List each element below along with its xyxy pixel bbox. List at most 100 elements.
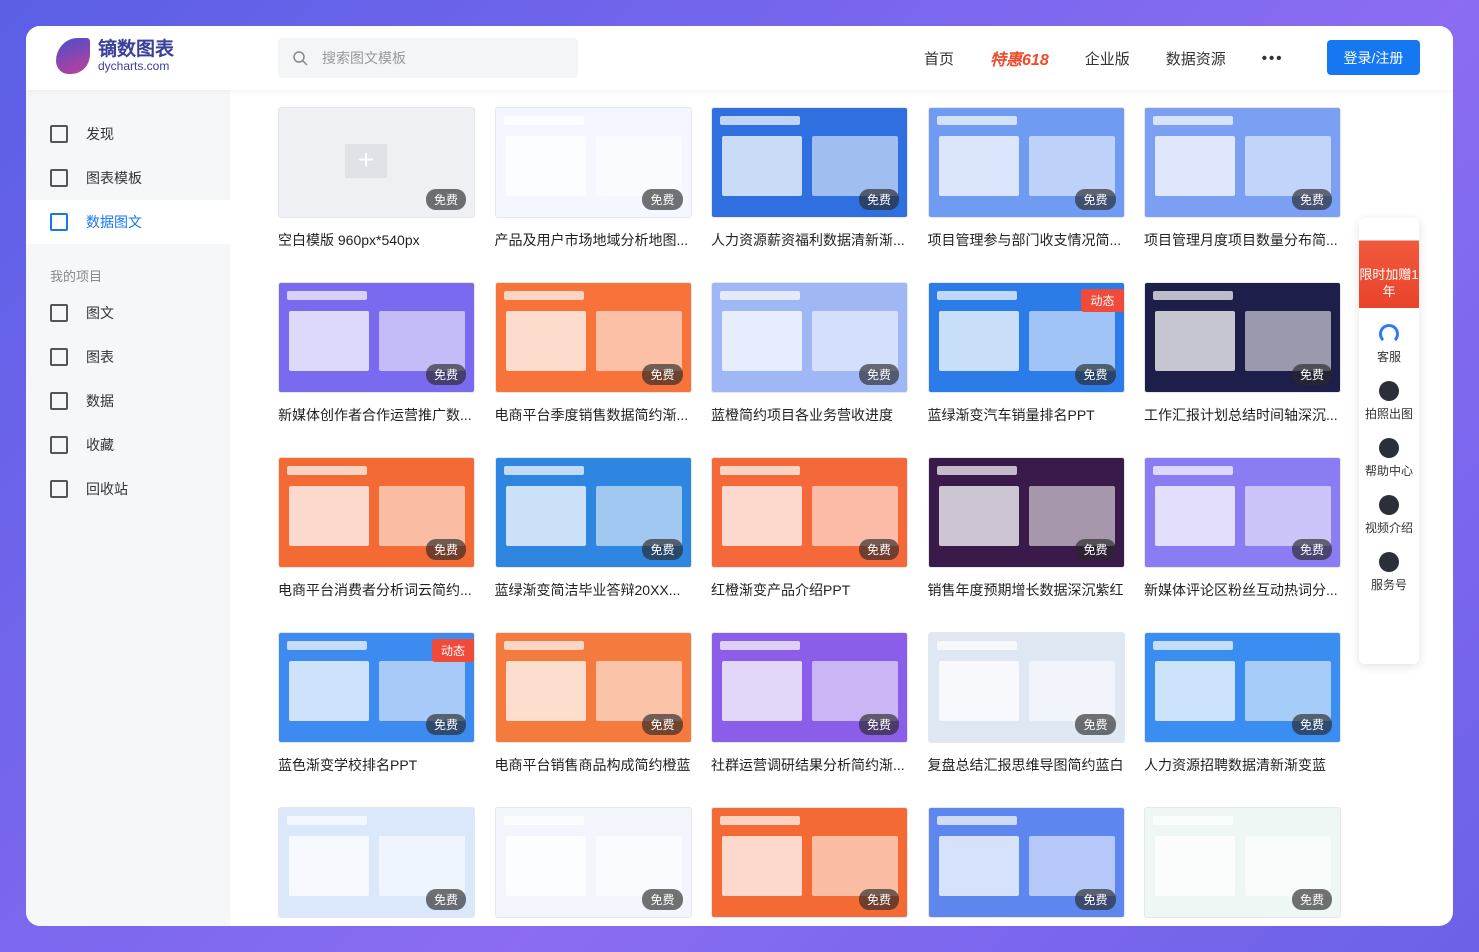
free-badge: 免费 <box>858 539 899 560</box>
login-register-button[interactable]: 登录/注册 <box>1327 40 1420 75</box>
float-item-0[interactable]: 客服 <box>1359 324 1419 365</box>
template-card[interactable]: 免费 新媒体评论区粉丝互动热词分... <box>1144 457 1341 600</box>
template-card[interactable]: 免费 销售年度预期增长数据深沉紫红 <box>927 457 1125 600</box>
search-input[interactable]: 搜索图文模板 <box>278 38 578 78</box>
template-thumbnail[interactable]: 动态 免费 <box>927 282 1125 393</box>
template-card[interactable]: 免费 电商平台消费者分析词云简约... <box>278 457 475 600</box>
template-card[interactable]: 免费 产品及用户市场地域分析地图... <box>494 107 692 250</box>
template-thumbnail[interactable]: 免费 <box>927 632 1125 743</box>
logo[interactable]: 镝数图表 dycharts.com <box>56 38 174 74</box>
template-thumbnail[interactable]: 免费 <box>1144 807 1341 918</box>
template-title[interactable]: 社群运营调研结果分析简约渐... <box>711 755 908 775</box>
template-thumbnail[interactable]: 免费 <box>1144 282 1341 393</box>
template-card[interactable]: 免费 电商平台销售商品构成简约橙蓝 <box>494 632 692 775</box>
template-thumbnail[interactable]: 免费 <box>1144 457 1341 568</box>
template-thumbnail[interactable]: 免费 <box>494 807 692 918</box>
sidebar-item-2[interactable]: 数据图文 <box>26 200 230 244</box>
template-card[interactable]: 动态 免费 蓝色渐变学校排名PPT <box>278 632 475 775</box>
template-card[interactable]: 免费 <box>494 807 692 918</box>
template-card[interactable]: 免费 项目管理月度项目数量分布简... <box>1144 107 1341 250</box>
template-card[interactable]: 免费 工作汇报计划总结时间轴深沉... <box>1144 282 1341 425</box>
template-title[interactable]: 产品及用户市场地域分析地图... <box>495 230 692 250</box>
float-item-2[interactable]: 帮助中心 <box>1359 438 1419 479</box>
template-title[interactable]: 电商平台消费者分析词云简约... <box>278 580 475 600</box>
template-title[interactable]: 销售年度预期增长数据深沉紫红 <box>928 580 1125 600</box>
nav-enterprise[interactable]: 企业版 <box>1085 48 1130 69</box>
template-thumbnail[interactable]: 免费 <box>494 107 692 218</box>
template-thumbnail[interactable]: 免费 <box>927 457 1125 568</box>
sidebar-item-1[interactable]: 图表模板 <box>26 156 230 200</box>
template-title[interactable]: 项目管理参与部门收支情况简... <box>928 230 1125 250</box>
template-title[interactable]: 人力资源招聘数据清新渐变蓝 <box>1144 755 1341 775</box>
template-card[interactable]: 免费 蓝绿渐变简洁毕业答辩20XX... <box>494 457 692 600</box>
template-title[interactable]: 电商平台季度销售数据简约渐... <box>495 405 692 425</box>
template-title[interactable]: 红橙渐变产品介绍PPT <box>711 580 908 600</box>
project-item-3[interactable]: 收藏 <box>26 423 230 467</box>
nav-promo-618[interactable]: 特惠618 <box>990 46 1049 70</box>
logo-domain: dycharts.com <box>98 59 170 73</box>
header: 镝数图表 dycharts.com 搜索图文模板 首页 特惠618 企业版 数据… <box>26 26 1453 90</box>
float-item-3[interactable]: 视频介绍 <box>1359 495 1419 536</box>
template-thumbnail[interactable]: + 免费 <box>278 107 475 218</box>
template-card[interactable]: 免费 <box>927 807 1125 918</box>
promo-gift-banner[interactable]: 限时加赠1年 <box>1359 218 1419 308</box>
project-item-0[interactable]: 图文 <box>26 291 230 335</box>
template-card[interactable]: 免费 <box>711 807 908 918</box>
template-card[interactable]: 免费 <box>278 807 475 918</box>
sidebar-item-label: 回收站 <box>86 481 128 497</box>
template-thumbnail[interactable]: 免费 <box>1144 107 1341 218</box>
template-thumbnail[interactable]: 免费 <box>711 282 908 393</box>
nav-data-resources[interactable]: 数据资源 <box>1166 48 1226 69</box>
float-item-1[interactable]: 拍照出图 <box>1359 381 1419 422</box>
nav-home[interactable]: 首页 <box>924 48 954 69</box>
template-thumbnail[interactable]: 免费 <box>278 457 475 568</box>
float-item-4[interactable]: 服务号 <box>1359 552 1419 593</box>
template-title[interactable]: 工作汇报计划总结时间轴深沉... <box>1144 405 1341 425</box>
template-thumbnail[interactable]: 免费 <box>927 107 1125 218</box>
template-title[interactable]: 蓝绿渐变简洁毕业答辩20XX... <box>495 580 692 600</box>
template-card[interactable]: 免费 社群运营调研结果分析简约渐... <box>711 632 908 775</box>
more-icon[interactable]: ••• <box>1262 50 1284 67</box>
template-card[interactable]: 免费 电商平台季度销售数据简约渐... <box>494 282 692 425</box>
template-card[interactable]: + 免费 空白模版 960px*540px <box>278 107 475 250</box>
template-thumbnail[interactable]: 免费 <box>278 282 475 393</box>
template-title[interactable]: 新媒体创作者合作运营推广数... <box>278 405 475 425</box>
dynamic-badge: 动态 <box>431 639 474 662</box>
template-card[interactable]: 免费 <box>1144 807 1341 918</box>
free-badge: 免费 <box>425 539 466 560</box>
template-thumbnail[interactable]: 免费 <box>494 457 692 568</box>
template-card[interactable]: 免费 新媒体创作者合作运营推广数... <box>278 282 475 425</box>
template-card[interactable]: 免费 蓝橙简约项目各业务营收进度 <box>711 282 908 425</box>
template-thumbnail[interactable]: 免费 <box>1144 632 1341 743</box>
template-title[interactable]: 电商平台销售商品构成简约橙蓝 <box>495 755 692 775</box>
template-card[interactable]: 免费 红橙渐变产品介绍PPT <box>711 457 908 600</box>
template-thumbnail[interactable]: 免费 <box>278 807 475 918</box>
template-title[interactable]: 复盘总结汇报思维导图简约蓝白 <box>928 755 1125 775</box>
template-card[interactable]: 免费 复盘总结汇报思维导图简约蓝白 <box>927 632 1125 775</box>
template-thumbnail[interactable]: 免费 <box>711 632 908 743</box>
template-card[interactable]: 免费 人力资源招聘数据清新渐变蓝 <box>1144 632 1341 775</box>
template-title[interactable]: 蓝色渐变学校排名PPT <box>278 755 475 775</box>
template-title[interactable]: 蓝绿渐变汽车销量排名PPT <box>928 405 1125 425</box>
template-thumbnail[interactable]: 免费 <box>711 807 908 918</box>
template-thumbnail[interactable]: 免费 <box>494 632 692 743</box>
template-thumbnail[interactable]: 免费 <box>494 282 692 393</box>
template-card[interactable]: 动态 免费 蓝绿渐变汽车销量排名PPT <box>927 282 1125 425</box>
template-title[interactable]: 项目管理月度项目数量分布简... <box>1144 230 1341 250</box>
project-item-1[interactable]: 图表 <box>26 335 230 379</box>
template-thumbnail[interactable]: 免费 <box>711 107 908 218</box>
sidebar-item-0[interactable]: 发现 <box>26 112 230 156</box>
template-title[interactable]: 蓝橙简约项目各业务营收进度 <box>711 405 908 425</box>
template-title[interactable]: 空白模版 960px*540px <box>278 230 475 250</box>
template-card[interactable]: 免费 项目管理参与部门收支情况简... <box>927 107 1125 250</box>
project-item-4[interactable]: 回收站 <box>26 467 230 511</box>
project-item-2[interactable]: 数据 <box>26 379 230 423</box>
template-thumbnail[interactable]: 动态 免费 <box>278 632 475 743</box>
template-title[interactable]: 人力资源薪资福利数据清新渐... <box>711 230 908 250</box>
free-badge: 免费 <box>858 364 899 385</box>
free-badge: 免费 <box>642 364 683 385</box>
template-thumbnail[interactable]: 免费 <box>711 457 908 568</box>
template-title[interactable]: 新媒体评论区粉丝互动热词分... <box>1144 580 1341 600</box>
template-card[interactable]: 免费 人力资源薪资福利数据清新渐... <box>711 107 908 250</box>
template-thumbnail[interactable]: 免费 <box>927 807 1125 918</box>
